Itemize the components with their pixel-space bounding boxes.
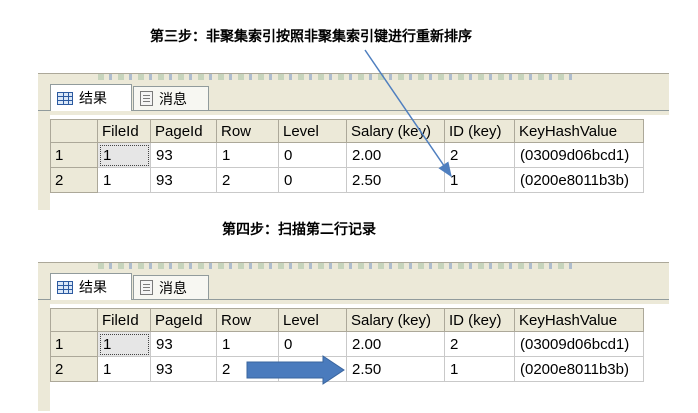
table-cell[interactable]: 2.50 bbox=[346, 356, 445, 382]
results-grid: FileId PageId Row Level Salary (key) ID … bbox=[50, 308, 644, 382]
table-cell[interactable]: 0 bbox=[278, 356, 347, 382]
table-cell[interactable]: 1 bbox=[97, 356, 151, 382]
column-header[interactable]: Level bbox=[278, 308, 347, 332]
table-cell[interactable]: 0 bbox=[278, 331, 347, 357]
message-icon bbox=[140, 91, 153, 106]
header-row: FileId PageId Row Level Salary (key) ID … bbox=[50, 308, 644, 332]
row-number[interactable]: 1 bbox=[50, 142, 98, 168]
tab-results[interactable]: 结果 bbox=[50, 84, 132, 111]
column-header[interactable]: Salary (key) bbox=[346, 119, 445, 143]
table-cell[interactable]: 93 bbox=[150, 331, 217, 357]
table-cell[interactable]: (0200e8011b3b) bbox=[514, 356, 644, 382]
column-header[interactable]: KeyHashValue bbox=[514, 119, 644, 143]
table-cell[interactable]: 1 bbox=[216, 142, 279, 168]
table-cell[interactable]: 2 bbox=[444, 331, 515, 357]
table-cell[interactable]: 0 bbox=[278, 167, 347, 193]
results-pane-step4: 结果 消息 FileId PageId Row Level Salary (ke… bbox=[38, 262, 669, 411]
results-pane-step3: 结果 消息 FileId PageId Row Level Salary (ke… bbox=[38, 73, 669, 210]
corner-header[interactable] bbox=[50, 308, 98, 332]
column-header[interactable]: ID (key) bbox=[444, 308, 515, 332]
table-cell[interactable]: 1 bbox=[97, 167, 151, 193]
tab-bar: 结果 消息 bbox=[38, 84, 669, 111]
table-cell[interactable]: 1 bbox=[216, 331, 279, 357]
tab-messages-label: 消息 bbox=[159, 280, 187, 297]
table-cell[interactable]: 1 bbox=[97, 331, 151, 357]
tab-results-label: 结果 bbox=[79, 91, 107, 107]
step3-caption: 第三步：非聚集索引按照非聚集索引键进行重新排序 bbox=[150, 29, 472, 45]
table-cell[interactable]: 2 bbox=[216, 167, 279, 193]
table-cell[interactable]: 1 bbox=[97, 142, 151, 168]
column-header[interactable]: PageId bbox=[150, 119, 217, 143]
table-cell[interactable]: (03009d06bcd1) bbox=[514, 142, 644, 168]
table-row[interactable]: 1 1 93 1 0 2.00 2 (03009d06bcd1) bbox=[50, 331, 644, 357]
table-cell[interactable]: 0 bbox=[278, 142, 347, 168]
table-cell[interactable]: 2 bbox=[216, 356, 279, 382]
column-header[interactable]: Row bbox=[216, 119, 279, 143]
table-cell[interactable]: 2 bbox=[444, 142, 515, 168]
row-number[interactable]: 1 bbox=[50, 331, 98, 357]
table-cell[interactable]: 2.00 bbox=[346, 142, 445, 168]
tab-bar: 结果 消息 bbox=[38, 273, 669, 300]
truncated-text-strip bbox=[98, 74, 578, 80]
column-header[interactable]: FileId bbox=[97, 308, 151, 332]
step4-caption: 第四步：扫描第二行记录 bbox=[222, 222, 376, 238]
column-header[interactable]: PageId bbox=[150, 308, 217, 332]
tab-messages[interactable]: 消息 bbox=[133, 86, 209, 110]
column-header[interactable]: Salary (key) bbox=[346, 308, 445, 332]
truncated-text-strip bbox=[98, 263, 578, 269]
table-cell[interactable]: 93 bbox=[150, 142, 217, 168]
table-cell[interactable]: 1 bbox=[444, 167, 515, 193]
column-header[interactable]: KeyHashValue bbox=[514, 308, 644, 332]
table-cell[interactable]: 2.00 bbox=[346, 331, 445, 357]
tab-messages-label: 消息 bbox=[159, 91, 187, 108]
tab-results-label: 结果 bbox=[79, 280, 107, 296]
corner-header[interactable] bbox=[50, 119, 98, 143]
message-icon bbox=[140, 280, 153, 295]
table-cell[interactable]: 93 bbox=[150, 356, 217, 382]
header-row: FileId PageId Row Level Salary (key) ID … bbox=[50, 119, 644, 143]
grid-icon bbox=[57, 280, 73, 294]
column-header[interactable]: Row bbox=[216, 308, 279, 332]
table-cell[interactable]: (0200e8011b3b) bbox=[514, 167, 644, 193]
table-cell[interactable]: 2.50 bbox=[346, 167, 445, 193]
results-grid: FileId PageId Row Level Salary (key) ID … bbox=[50, 119, 644, 193]
column-header[interactable]: Level bbox=[278, 119, 347, 143]
tab-results[interactable]: 结果 bbox=[50, 273, 132, 300]
column-header[interactable]: FileId bbox=[97, 119, 151, 143]
table-row[interactable]: 1 1 93 1 0 2.00 2 (03009d06bcd1) bbox=[50, 142, 644, 168]
results-grid-area: FileId PageId Row Level Salary (key) ID … bbox=[50, 115, 669, 210]
tab-messages[interactable]: 消息 bbox=[133, 275, 209, 299]
table-cell[interactable]: 1 bbox=[444, 356, 515, 382]
row-number[interactable]: 2 bbox=[50, 167, 98, 193]
table-cell[interactable]: 93 bbox=[150, 167, 217, 193]
row-number[interactable]: 2 bbox=[50, 356, 98, 382]
column-header[interactable]: ID (key) bbox=[444, 119, 515, 143]
table-cell[interactable]: (03009d06bcd1) bbox=[514, 331, 644, 357]
results-grid-area: FileId PageId Row Level Salary (key) ID … bbox=[50, 304, 669, 411]
grid-icon bbox=[57, 91, 73, 105]
table-row[interactable]: 2 1 93 2 0 2.50 1 (0200e8011b3b) bbox=[50, 167, 644, 193]
table-row[interactable]: 2 1 93 2 0 2.50 1 (0200e8011b3b) bbox=[50, 356, 644, 382]
